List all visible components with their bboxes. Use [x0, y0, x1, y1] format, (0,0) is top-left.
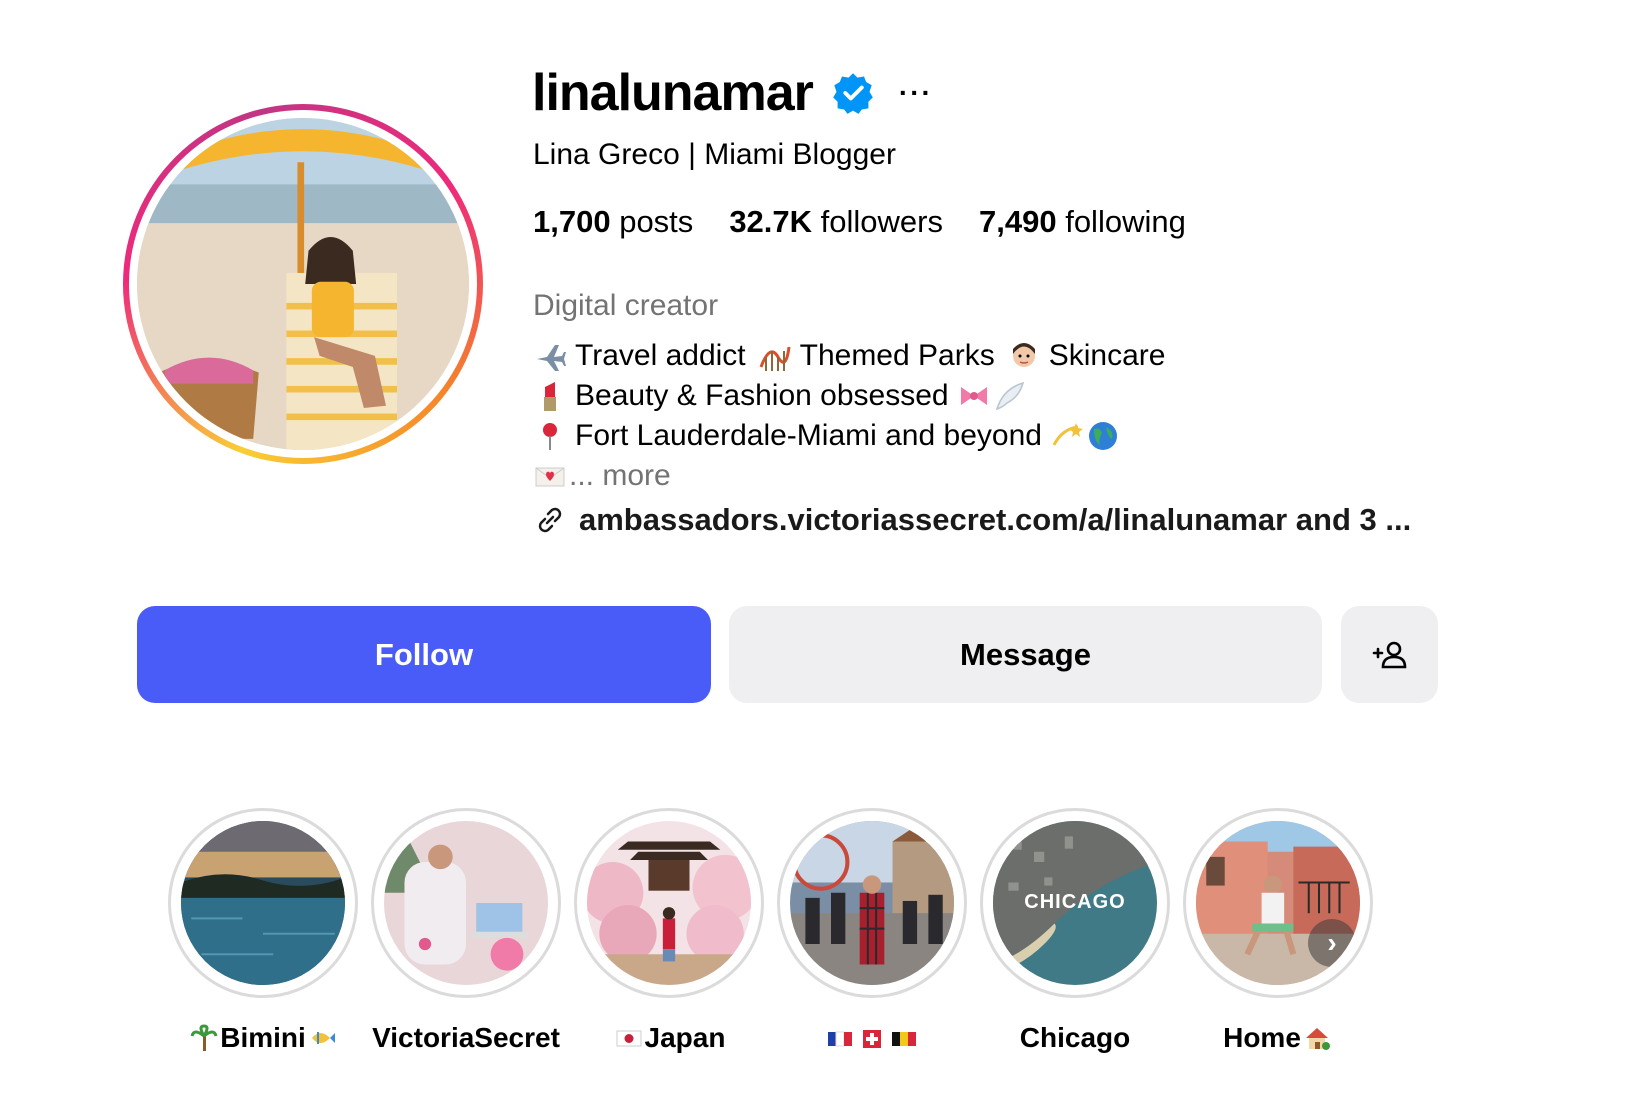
story-highlights: Bimini VictoriaSecret Japan CHICAGO Chic… — [168, 808, 1448, 1068]
highlight-cover — [384, 821, 548, 985]
highlight-bimini[interactable]: Bimini — [168, 808, 358, 1056]
highlight-chicago-label: Chicago — [1019, 1022, 1131, 1053]
highlight-bimini-label: Bimini — [220, 1022, 306, 1053]
highlight-ring — [168, 808, 358, 998]
profile-category: Digital creator — [533, 289, 719, 322]
lipstick-icon — [544, 382, 556, 411]
belgium-flag-icon — [892, 1032, 916, 1046]
following-label: following — [1065, 204, 1186, 239]
bio-line-1: Travel addict Themed Parks Skincare — [533, 336, 1165, 376]
posts-label: posts — [619, 204, 694, 239]
external-link[interactable]: ambassadors.victoriassecret.com/a/linalu… — [533, 502, 1411, 538]
highlight-label: Home — [1183, 1020, 1373, 1056]
posts-stat[interactable]: 1,700 posts — [533, 204, 693, 240]
username-row: linalunamar ··· — [532, 58, 933, 128]
highlight-ring: CHICAGO — [980, 808, 1170, 998]
bio-line-4: ... more — [533, 456, 1165, 496]
highlight-label — [777, 1020, 967, 1056]
follow-button[interactable]: Follow — [137, 606, 711, 703]
highlight-label: VictoriaSecret — [371, 1020, 561, 1056]
profile-avatar-ring[interactable] — [123, 104, 483, 464]
wing-icon — [995, 381, 1024, 411]
bio: Travel addict Themed Parks Skincare Beau… — [533, 336, 1165, 496]
globe-icon — [1088, 422, 1117, 450]
highlight-home-label: Home — [1223, 1022, 1301, 1053]
bio-travel-text: Travel addict — [575, 339, 746, 372]
bio-line-2: Beauty & Fashion obsessed — [533, 376, 1165, 416]
more-horizontal-icon[interactable]: ··· — [899, 79, 933, 107]
highlight-japan-label: Japan — [644, 1022, 726, 1053]
highlight-label: Chicago — [980, 1020, 1170, 1056]
highlight-label: Japan — [574, 1020, 764, 1056]
highlight-cover — [790, 821, 954, 985]
love-letter-icon — [535, 467, 565, 487]
chevron-right-icon[interactable]: › — [1308, 919, 1356, 967]
switzerland-flag-icon — [863, 1030, 881, 1048]
face-massage-icon — [1012, 343, 1035, 367]
bio-skincare-text: Skincare — [1048, 339, 1166, 372]
verified-badge-icon — [833, 73, 873, 114]
highlight-chicago[interactable]: CHICAGO Chicago — [980, 808, 1170, 1056]
highlight-ring — [777, 808, 967, 998]
highlight-cover: › — [1196, 821, 1360, 985]
bio-beauty-text: Beauty & Fashion obsessed — [575, 379, 949, 412]
profile-avatar — [137, 118, 469, 450]
ribbon-icon — [960, 387, 987, 405]
followers-count: 32.7K — [729, 204, 813, 239]
external-link-text: ambassadors.victoriassecret.com/a/linalu… — [579, 502, 1412, 537]
link-icon — [538, 507, 562, 533]
japan-flag-icon — [616, 1030, 642, 1047]
highlight-label: Bimini — [168, 1020, 358, 1056]
highlight-home[interactable]: › Home — [1183, 808, 1373, 1056]
following-stat[interactable]: 7,490 following — [979, 204, 1186, 240]
full-name: Lina Greco | Miami Blogger — [533, 138, 896, 171]
bio-line-3: Fort Lauderdale-Miami and beyond — [533, 416, 1165, 456]
profile-stats: 1,700 posts 32.7K followers 7,490 follow… — [533, 204, 1186, 240]
bio-more-link[interactable]: ... more — [569, 456, 671, 496]
highlight-flags[interactable] — [777, 808, 967, 1056]
roller-coaster-icon — [759, 346, 791, 371]
followers-stat[interactable]: 32.7K followers — [729, 204, 943, 240]
person-add-icon — [1372, 641, 1406, 668]
highlight-victoriasecret-label: VictoriaSecret — [372, 1022, 560, 1053]
highlight-cover — [181, 821, 345, 985]
highlight-victoriasecret[interactable]: VictoriaSecret — [371, 808, 561, 1056]
highlight-cover: CHICAGO — [993, 821, 1157, 985]
highlight-cover — [587, 821, 751, 985]
bio-location-text: Fort Lauderdale-Miami and beyond — [575, 419, 1042, 452]
following-count: 7,490 — [979, 204, 1057, 239]
highlight-ring: › — [1183, 808, 1373, 998]
airplane-icon — [537, 345, 566, 371]
bio-themed-parks-text: Themed Parks — [799, 339, 995, 372]
palm-tree-icon — [190, 1024, 218, 1051]
highlight-ring — [371, 808, 561, 998]
posts-count: 1,700 — [533, 204, 611, 239]
suggested-users-button[interactable] — [1341, 606, 1438, 703]
house-with-garden-icon — [1305, 1028, 1330, 1050]
highlight-ring — [574, 808, 764, 998]
followers-label: followers — [820, 204, 943, 239]
username: linalunamar — [532, 64, 814, 122]
highlight-cover-text: CHICAGO — [1024, 891, 1126, 913]
tropical-fish-icon — [311, 1032, 335, 1044]
dizzy-star-icon — [1052, 423, 1083, 446]
message-button[interactable]: Message — [729, 606, 1322, 703]
highlight-japan[interactable]: Japan — [574, 808, 764, 1056]
france-flag-icon — [828, 1031, 852, 1047]
pin-icon — [543, 423, 557, 450]
